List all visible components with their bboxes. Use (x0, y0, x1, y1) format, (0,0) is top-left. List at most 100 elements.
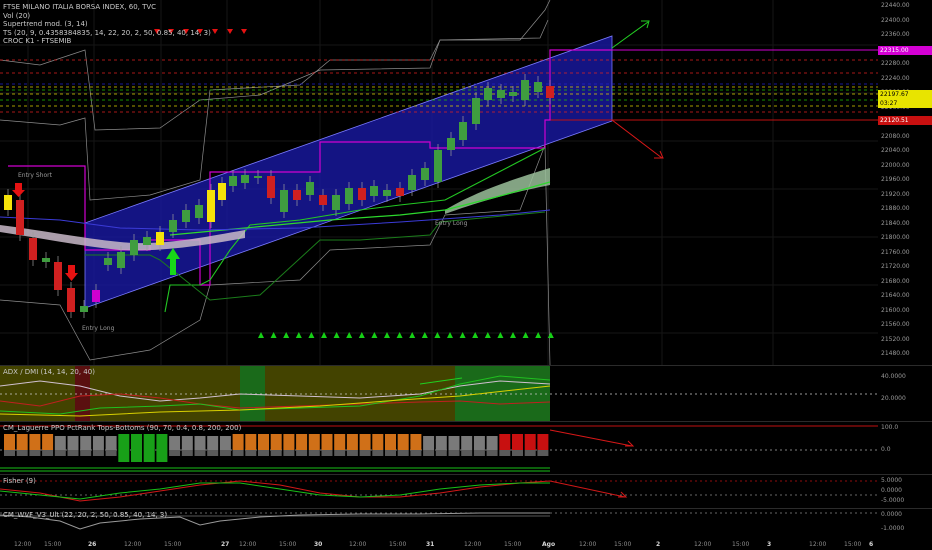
ppo-bar-low (372, 450, 384, 456)
price-tag-countdown: 03:27 (878, 99, 932, 108)
price-axis[interactable]: 21480.00 21520.00 21560.00 21600.00 21640.00… (878, 0, 932, 365)
ppo-bar-low (67, 450, 79, 456)
vol-line: Vol (20) (3, 11, 31, 20)
ppo-bar-low (16, 450, 28, 456)
ppo-bar (4, 434, 15, 450)
ppo-bar (169, 436, 181, 450)
ppo-bar-low (423, 450, 435, 456)
time-label: 26 (88, 541, 97, 548)
price-tag-magenta: 22315.00 (878, 46, 932, 55)
candle (229, 176, 237, 186)
ppo-bar-low (4, 450, 15, 456)
ppo-bar-low (181, 450, 193, 456)
time-label: 12:00 (349, 541, 367, 548)
ppo-bar (537, 434, 549, 450)
ppo-bar (385, 434, 396, 450)
candle (484, 88, 492, 100)
wvf-axis[interactable]: 0.0000 -1.0000 (878, 509, 932, 538)
supertrend-line-label: Supertrend mod. (3, 14) (3, 20, 88, 29)
ppo-bar-low (499, 450, 511, 456)
time-axis[interactable]: 12:00 15:00 26 12:00 15:00 27 12:00 15:00 30 12:0… (0, 538, 932, 550)
wvf-pane[interactable]: CM_WVF_V3_Ult (22, 20, 2, 50, 0.85, 40, … (0, 509, 878, 538)
ppo-tick: 0.0 (881, 446, 891, 453)
ppo-bar-low (29, 450, 41, 456)
ppo-pane[interactable]: CM_Laguerre PPO PctRank Tops-Bottoms (90… (0, 422, 878, 474)
price-chart[interactable] (0, 0, 878, 365)
ppo-bar (42, 434, 54, 450)
price-tick: 21640.00 (881, 292, 910, 299)
ppo-bar (461, 436, 473, 450)
time-label: 12:00 (579, 541, 597, 548)
fisher-pane[interactable]: Fisher (9) (0, 475, 878, 508)
ppo-bar-low (219, 450, 231, 456)
price-tick: 21600.00 (881, 306, 910, 314)
ppo-bar-low (486, 450, 498, 456)
ppo-bar (258, 434, 269, 450)
candle (396, 188, 404, 196)
ppo-bar-low (245, 450, 257, 456)
candle (383, 190, 391, 196)
ppo-bar-low (524, 450, 536, 456)
ppo-bar (207, 436, 219, 450)
ppo-axis[interactable]: 100.0 0.0 (878, 422, 932, 474)
price-tick: 21840.00 (881, 219, 910, 227)
ppo-tick: 100.0 (881, 424, 899, 431)
candle (42, 258, 50, 262)
ppo-bar-low (473, 450, 485, 456)
wvf-tick: 0.0000 (881, 511, 902, 518)
candle (459, 122, 467, 140)
price-tick: 21960.00 (881, 176, 910, 183)
time-label: 12:00 (694, 541, 712, 548)
ppo-bar (194, 436, 206, 450)
candle (472, 98, 480, 124)
price-tick: 21880.00 (881, 205, 910, 212)
sell-triangle (227, 29, 233, 34)
candle (104, 258, 112, 265)
candle (143, 237, 151, 245)
price-tick: 21800.00 (881, 234, 910, 241)
adx-tick: 40.0000 (881, 373, 906, 380)
adx-axis[interactable]: 40.0000 20.0000 (878, 366, 932, 421)
entry-short-arrow-1 (12, 183, 25, 197)
time-label: 12:00 (14, 541, 32, 548)
price-tick: 22360.00 (881, 31, 910, 38)
candle (254, 176, 262, 178)
wvf-tick: -1.0000 (881, 525, 905, 532)
ppo-bar (296, 434, 308, 450)
ppo-bar (486, 436, 498, 450)
ppo-bar-low (359, 450, 371, 456)
ppo-bar-low (321, 450, 333, 456)
price-tick: 21680.00 (881, 277, 910, 285)
candle (421, 168, 429, 180)
entry-short-arrow-2 (65, 265, 78, 281)
adx-pane[interactable]: ADX / DMI (14, 14, 20, 40) (0, 366, 878, 421)
candle (546, 86, 554, 98)
candle (182, 210, 190, 222)
ppo-bar (156, 434, 168, 450)
ppo-bar-low (385, 450, 396, 456)
entry-long-label-1: Entry Long (82, 325, 115, 332)
ppo-bar (67, 436, 79, 450)
price-tick: 22240.00 (881, 74, 910, 82)
ppo-bar (29, 434, 41, 450)
ppo-bar (512, 434, 523, 450)
candle (345, 188, 353, 204)
candle (306, 182, 314, 195)
candle (169, 220, 177, 232)
ppo-bar-low (131, 450, 142, 462)
price-tick: 21560.00 (881, 321, 910, 328)
ppo-bar-low (258, 450, 269, 456)
sell-triangle (212, 29, 218, 34)
symbol-line: FTSE MILANO ITALIA BORSA INDEX, 60, TVC (3, 3, 157, 11)
ppo-bar-low (105, 450, 117, 456)
price-pane[interactable]: FTSE MILANO ITALIA BORSA INDEX, 60, TVC … (0, 0, 878, 365)
fisher-tick: 0.0000 (881, 487, 902, 494)
candle (54, 262, 62, 290)
price-tick: 21720.00 (881, 263, 910, 270)
fisher-axis[interactable]: 5.0000 0.0000 -5.0000 (878, 475, 932, 508)
time-label: 15:00 (732, 541, 750, 548)
price-tick: 22080.00 (881, 132, 910, 140)
time-label: 15:00 (844, 541, 862, 548)
ppo-bar (219, 436, 231, 450)
ppo-bar-low (296, 450, 308, 456)
